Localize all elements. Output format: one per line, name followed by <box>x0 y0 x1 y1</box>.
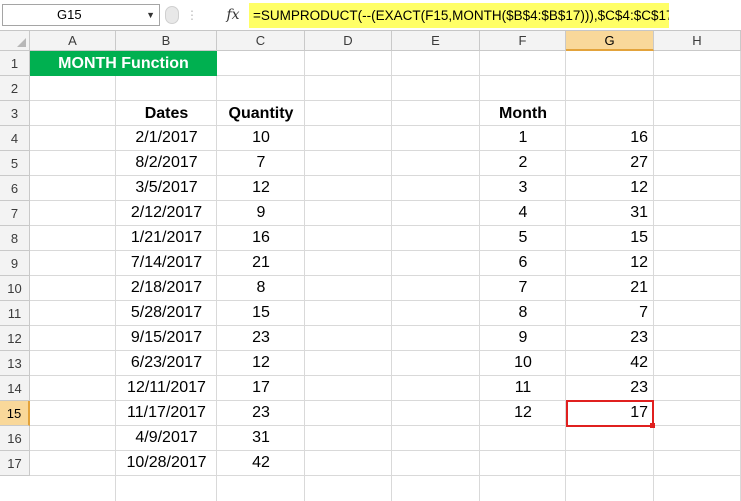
row-header-6[interactable]: 6 <box>0 176 30 201</box>
month-cell[interactable]: 2 <box>480 151 566 175</box>
date-cell[interactable]: 5/28/2017 <box>116 301 217 325</box>
month-cell[interactable]: 5 <box>480 226 566 250</box>
quantity-header[interactable]: Quantity <box>217 102 305 126</box>
total-cell[interactable]: 42 <box>566 351 654 375</box>
row-header-11[interactable]: 11 <box>0 301 30 326</box>
month-cell[interactable]: 11 <box>480 376 566 400</box>
quantity-cell[interactable]: 31 <box>217 426 305 450</box>
column-header-h[interactable]: H <box>654 31 741 51</box>
month-cell[interactable]: 10 <box>480 351 566 375</box>
total-cell[interactable]: 12 <box>566 251 654 275</box>
quantity-cell[interactable]: 16 <box>217 226 305 250</box>
column-header-g[interactable]: G <box>566 31 654 51</box>
worksheet-grid[interactable]: ABCDEFGH 1 2 3 4 5 6 7 8 9 10 11 12 13 14 15 16 17 MONTH… <box>0 31 741 501</box>
total-cell[interactable]: 21 <box>566 276 654 300</box>
formula-bar: G15 ▼ ⋮ fx =SUMPRODUCT(--(EXACT(F15,MONT… <box>0 0 741 31</box>
row-header-10[interactable]: 10 <box>0 276 30 301</box>
select-all-icon <box>17 38 26 47</box>
date-cell[interactable]: 8/2/2017 <box>116 151 217 175</box>
grid-column-line <box>391 51 392 501</box>
month-cell[interactable]: 7 <box>480 276 566 300</box>
column-header-e[interactable]: E <box>392 31 480 51</box>
month-cell[interactable]: 3 <box>480 176 566 200</box>
date-cell[interactable]: 2/1/2017 <box>116 126 217 150</box>
quantity-cell[interactable]: 10 <box>217 126 305 150</box>
column-header-c[interactable]: C <box>217 31 305 51</box>
date-cell[interactable]: 3/5/2017 <box>116 176 217 200</box>
grid-row-line <box>30 475 741 476</box>
row-header-5[interactable]: 5 <box>0 151 30 176</box>
title-cell[interactable]: MONTH Function <box>30 51 217 76</box>
month-cell[interactable]: 8 <box>480 301 566 325</box>
row-header-14[interactable]: 14 <box>0 376 30 401</box>
row-header-1[interactable]: 1 <box>0 51 30 76</box>
active-cell-border[interactable] <box>566 400 654 427</box>
select-all-button[interactable] <box>0 31 30 51</box>
quantity-cell[interactable]: 42 <box>217 451 305 475</box>
date-cell[interactable]: 11/17/2017 <box>116 401 217 425</box>
row-header-4[interactable]: 4 <box>0 126 30 151</box>
row-header-2[interactable]: 2 <box>0 76 30 101</box>
row-header-3[interactable]: 3 <box>0 101 30 126</box>
date-cell[interactable]: 6/23/2017 <box>116 351 217 375</box>
row-header-7[interactable]: 7 <box>0 201 30 226</box>
row-header-8[interactable]: 8 <box>0 226 30 251</box>
total-cell[interactable]: 31 <box>566 201 654 225</box>
formula-bar-separator: ⋮ <box>186 8 200 22</box>
date-cell[interactable]: 1/21/2017 <box>116 226 217 250</box>
date-cell[interactable]: 10/28/2017 <box>116 451 217 475</box>
date-cell[interactable]: 12/11/2017 <box>116 376 217 400</box>
date-cell[interactable]: 7/14/2017 <box>116 251 217 275</box>
insert-function-icon[interactable]: fx <box>222 5 244 25</box>
month-cell[interactable]: 12 <box>480 401 566 425</box>
grid-row-line <box>30 100 741 101</box>
month-cell[interactable]: 6 <box>480 251 566 275</box>
dates-header[interactable]: Dates <box>116 102 217 126</box>
month-cell[interactable]: 9 <box>480 326 566 350</box>
total-cell[interactable]: 15 <box>566 226 654 250</box>
date-cell[interactable]: 4/9/2017 <box>116 426 217 450</box>
total-cell[interactable]: 23 <box>566 376 654 400</box>
total-cell[interactable]: 12 <box>566 176 654 200</box>
total-cell[interactable]: 16 <box>566 126 654 150</box>
quantity-cell[interactable]: 23 <box>217 401 305 425</box>
quantity-cell[interactable]: 9 <box>217 201 305 225</box>
quantity-cell[interactable]: 7 <box>217 151 305 175</box>
date-cell[interactable]: 2/12/2017 <box>116 201 217 225</box>
name-box-value: G15 <box>57 7 82 22</box>
month-header[interactable]: Month <box>480 102 566 126</box>
quantity-cell[interactable]: 12 <box>217 176 305 200</box>
quantity-cell[interactable]: 21 <box>217 251 305 275</box>
total-cell[interactable]: 7 <box>566 301 654 325</box>
column-header-d[interactable]: D <box>305 31 392 51</box>
formula-bar-resize-handle[interactable] <box>165 6 179 24</box>
month-cell[interactable]: 4 <box>480 201 566 225</box>
row-header-16[interactable]: 16 <box>0 426 30 451</box>
column-header-f[interactable]: F <box>480 31 566 51</box>
quantity-cell[interactable]: 12 <box>217 351 305 375</box>
formula-input[interactable]: =SUMPRODUCT(--(EXACT(F15,MONTH($B$4:$B$1… <box>249 3 669 28</box>
quantity-cell[interactable]: 23 <box>217 326 305 350</box>
column-header-b[interactable]: B <box>116 31 217 51</box>
date-cell[interactable]: 9/15/2017 <box>116 326 217 350</box>
quantity-cell[interactable]: 15 <box>217 301 305 325</box>
row-header-12[interactable]: 12 <box>0 326 30 351</box>
row-header-9[interactable]: 9 <box>0 251 30 276</box>
fill-handle[interactable] <box>650 423 655 428</box>
quantity-cell[interactable]: 8 <box>217 276 305 300</box>
total-cell[interactable]: 27 <box>566 151 654 175</box>
row-header-17[interactable]: 17 <box>0 451 30 476</box>
total-cell[interactable]: 23 <box>566 326 654 350</box>
date-cell[interactable]: 2/18/2017 <box>116 276 217 300</box>
chevron-down-icon[interactable]: ▼ <box>146 5 155 25</box>
name-box[interactable]: G15 ▼ <box>2 4 160 26</box>
column-header-a[interactable]: A <box>30 31 116 51</box>
row-header-15[interactable]: 15 <box>0 401 30 426</box>
month-cell[interactable]: 1 <box>480 126 566 150</box>
row-header-13[interactable]: 13 <box>0 351 30 376</box>
quantity-cell[interactable]: 17 <box>217 376 305 400</box>
